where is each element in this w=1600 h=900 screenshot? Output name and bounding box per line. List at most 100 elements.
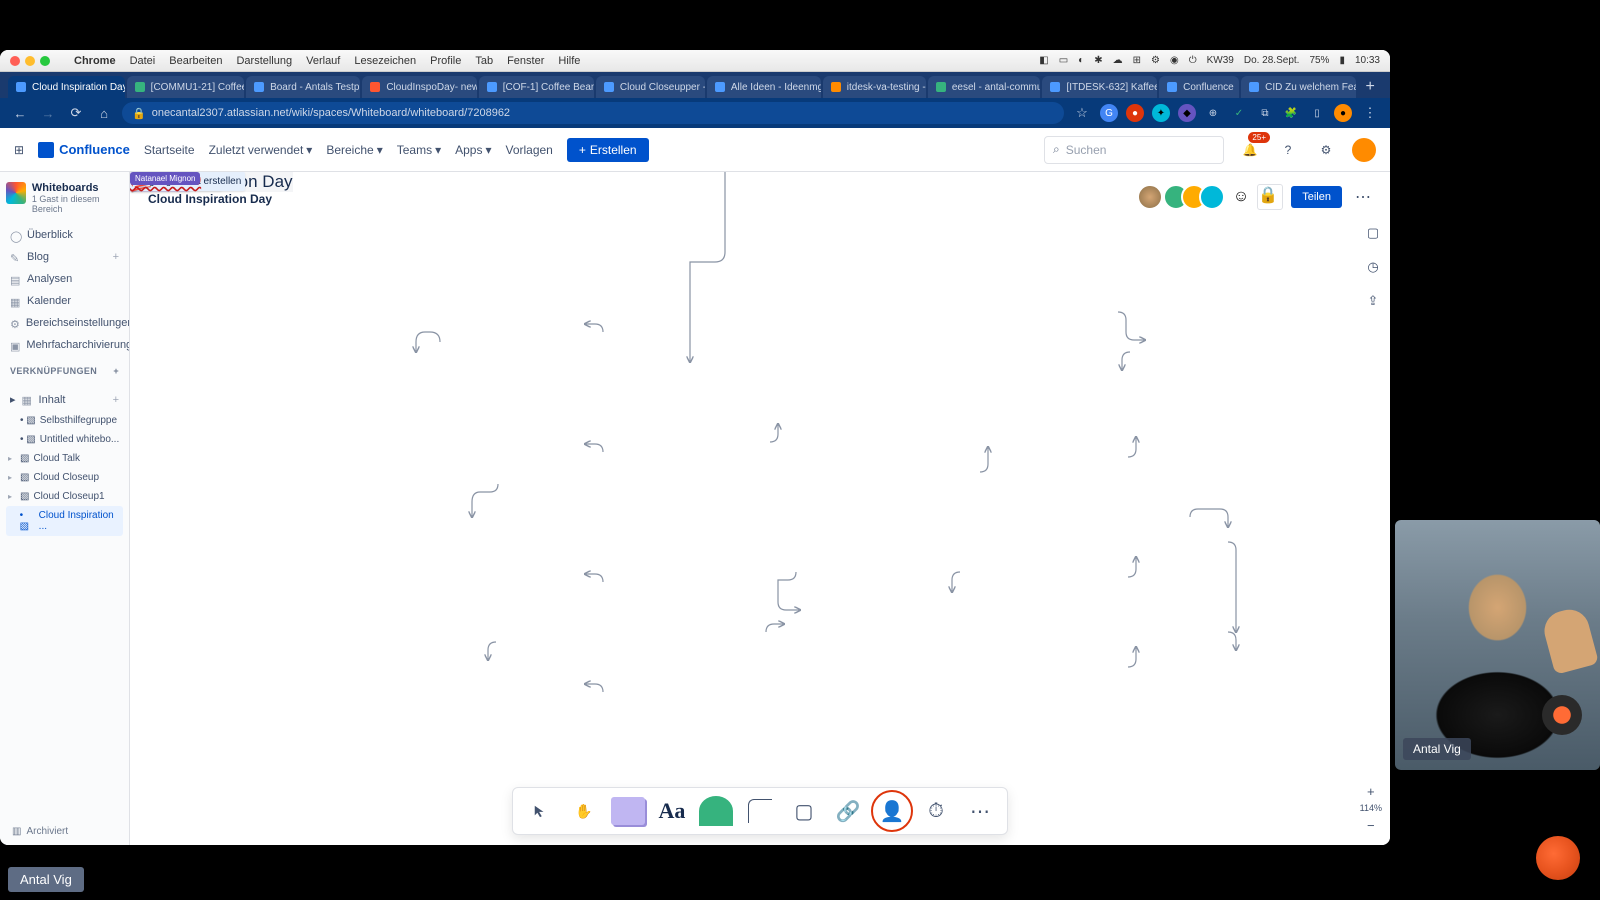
pointer-tool[interactable] xyxy=(523,794,557,828)
help-icon[interactable]: ? xyxy=(1276,138,1300,162)
menu-lesezeichen[interactable]: Lesezeichen xyxy=(354,55,416,67)
forward-button[interactable]: → xyxy=(38,103,58,123)
extension-icon[interactable]: G xyxy=(1100,104,1118,122)
menubar-icon[interactable]: ✱ xyxy=(1094,55,1102,66)
profile-avatar[interactable] xyxy=(1352,138,1376,162)
menubar-icon[interactable]: ◉ xyxy=(1170,55,1179,66)
menu-bearbeiten[interactable]: Bearbeiten xyxy=(169,55,222,67)
browser-tab[interactable]: Confluence× xyxy=(1159,76,1239,98)
browser-tab[interactable]: CID Zu welchem Fea× xyxy=(1241,76,1356,98)
browser-tab[interactable]: [COMMU1-21] Coffee× xyxy=(127,76,244,98)
menu-fenster[interactable]: Fenster xyxy=(507,55,544,67)
text-tool[interactable]: Aa xyxy=(655,794,689,828)
menubar-icon[interactable]: ◐ xyxy=(1078,55,1084,66)
tree-item[interactable]: ▸▧ Cloud Closeup xyxy=(6,468,123,487)
whiteboard-toolbar: ✋ Aa ▢ 🔗 👤 ⏱ ⋯ xyxy=(512,787,1008,835)
nav-recent[interactable]: Zuletzt verwendet ▾ xyxy=(209,143,313,157)
nav-templates[interactable]: Vorlagen xyxy=(505,143,552,157)
new-tab-button[interactable]: + xyxy=(1358,76,1382,98)
address-bar[interactable]: 🔒 onecantal2307.atlassian.net/wiki/space… xyxy=(122,102,1064,124)
extension-icon[interactable]: ✓ xyxy=(1230,104,1248,122)
sidebar-blog[interactable]: ✎Blog+ xyxy=(6,246,123,268)
menu-hilfe[interactable]: Hilfe xyxy=(558,55,580,67)
nav-apps[interactable]: Apps ▾ xyxy=(455,143,491,157)
tree-item[interactable]: ▸▧ Cloud Closeup1 xyxy=(6,487,123,506)
menu-verlauf[interactable]: Verlauf xyxy=(306,55,340,67)
app-menu[interactable]: Chrome xyxy=(74,55,116,67)
browser-tab[interactable]: Board - Antals Testpr× xyxy=(246,76,360,98)
search-input[interactable]: ⌕ Suchen xyxy=(1044,136,1224,164)
back-button[interactable]: ← xyxy=(10,103,30,123)
sticky-tool[interactable] xyxy=(611,794,645,828)
add-icon[interactable]: + xyxy=(113,366,119,376)
extension-icon[interactable]: ✦ xyxy=(1152,104,1170,122)
menu-darstellung[interactable]: Darstellung xyxy=(236,55,292,67)
tree-item[interactable]: • ▧ Selbsthilfegruppe xyxy=(6,411,123,430)
extension-icon[interactable]: ⊕ xyxy=(1204,104,1222,122)
space-sidebar: Whiteboards 1 Gast in diesem Bereich ◯Üb… xyxy=(0,172,130,845)
shape-tool[interactable] xyxy=(699,794,733,828)
sidebar-content[interactable]: ▸▦Inhalt+ xyxy=(6,388,123,411)
whiteboard-canvas[interactable]: Whiteboards Cloud Inspiration Day ☺ 🔒 Te… xyxy=(130,172,1390,845)
template-tool[interactable]: ▢ xyxy=(787,794,821,828)
settings-icon[interactable]: ⚙ xyxy=(1314,138,1338,162)
tree-item[interactable]: ▸▧ Cloud Talk xyxy=(6,449,123,468)
zoom-in-button[interactable]: + xyxy=(1361,783,1381,799)
stamp-tool[interactable]: 👤 xyxy=(875,794,909,828)
browser-tab[interactable]: Cloud Inspiration Day× xyxy=(8,76,125,98)
nav-spaces[interactable]: Bereiche ▾ xyxy=(326,143,382,157)
zoom-level[interactable]: 114% xyxy=(1360,803,1382,813)
tree-item[interactable]: • ▧ Untitled whitebo... xyxy=(6,430,123,449)
extension-icon[interactable]: ⧉ xyxy=(1256,104,1274,122)
archived-link[interactable]: ▥ Archiviert xyxy=(12,826,68,837)
browser-tab[interactable]: itdesk-va-testing - × xyxy=(823,76,926,98)
menu-datei[interactable]: Datei xyxy=(130,55,156,67)
browser-tab[interactable]: [COF-1] Coffee Bean× xyxy=(479,76,594,98)
nav-teams[interactable]: Teams ▾ xyxy=(397,143,441,157)
space-icon[interactable] xyxy=(6,182,26,204)
extension-icon[interactable]: ◆ xyxy=(1178,104,1196,122)
sidebar-settings[interactable]: ⚙Bereichseinstellungen xyxy=(6,312,123,334)
sidebar-archive[interactable]: ▣Mehrfacharchivierung xyxy=(6,334,123,356)
profile-icon[interactable]: ● xyxy=(1334,104,1352,122)
home-button[interactable]: ⌂ xyxy=(94,103,114,123)
bookmark-icon[interactable]: ☆ xyxy=(1072,103,1092,123)
menu-icon[interactable]: ⋮ xyxy=(1360,103,1380,123)
more-tools[interactable]: ⋯ xyxy=(963,794,997,828)
app-switcher-icon[interactable]: ⊞ xyxy=(14,143,24,157)
sidebar-overview[interactable]: ◯Überblick xyxy=(6,224,123,246)
window-controls[interactable] xyxy=(10,56,50,66)
browser-tab[interactable]: [ITDESK-632] Kaffee× xyxy=(1042,76,1157,98)
menubar-icon[interactable]: ▭ xyxy=(1059,55,1068,66)
menu-profile[interactable]: Profile xyxy=(430,55,461,67)
extension-icon[interactable]: ● xyxy=(1126,104,1144,122)
menu-tab[interactable]: Tab xyxy=(475,55,493,67)
webcam-thumbnail[interactable]: Antal Vig xyxy=(1395,520,1600,770)
connector-tool[interactable] xyxy=(743,794,777,828)
link-tool[interactable]: 🔗 xyxy=(831,794,865,828)
timer-tool[interactable]: ⏱ xyxy=(919,794,953,828)
menubar-icon[interactable]: ⏻ xyxy=(1189,55,1197,66)
menubar-icon[interactable]: ⚙ xyxy=(1151,55,1160,66)
browser-tab[interactable]: CloudInspoDay- new× xyxy=(362,76,476,98)
space-title[interactable]: Whiteboards xyxy=(32,182,123,194)
extension-icon[interactable]: 🧩 xyxy=(1282,104,1300,122)
notifications-icon[interactable]: 🔔 xyxy=(1238,138,1262,162)
tree-item-current[interactable]: • ▧ Cloud Inspiration ... xyxy=(6,506,123,536)
browser-tab[interactable]: Cloud Closeupper -× xyxy=(596,76,705,98)
menubar-icon[interactable]: ☁ xyxy=(1113,55,1123,66)
browser-tab[interactable]: Alle Ideen - Ideenmg× xyxy=(707,76,821,98)
confluence-logo[interactable]: Confluence xyxy=(38,142,130,158)
create-button[interactable]: +Erstellen xyxy=(567,138,649,162)
browser-tab[interactable]: eesel - antal-commu× xyxy=(928,76,1041,98)
extension-icon[interactable]: ▯ xyxy=(1308,104,1326,122)
menubar-icon[interactable]: ◧ xyxy=(1039,55,1048,66)
brand-logo xyxy=(1536,836,1580,880)
zoom-out-button[interactable]: − xyxy=(1361,817,1381,833)
sidebar-analytics[interactable]: ▤Analysen xyxy=(6,268,123,290)
sidebar-calendar[interactable]: ▦Kalender xyxy=(6,290,123,312)
reload-button[interactable]: ⟳ xyxy=(66,103,86,123)
nav-startseite[interactable]: Startseite xyxy=(144,143,195,157)
menubar-icon[interactable]: ⊞ xyxy=(1133,55,1141,66)
hand-tool[interactable]: ✋ xyxy=(567,794,601,828)
